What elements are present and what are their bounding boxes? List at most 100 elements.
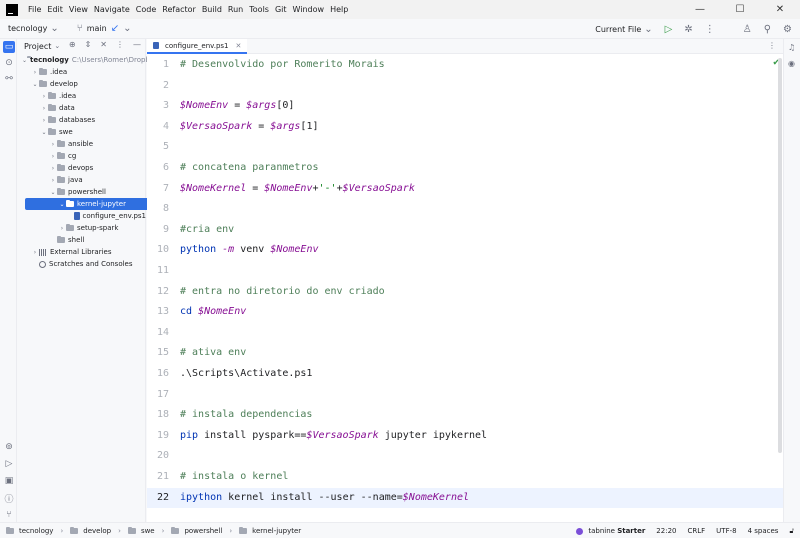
line-number[interactable]: 3 bbox=[147, 96, 169, 116]
read-only-lock-icon[interactable]: 🔓︎ bbox=[789, 527, 794, 536]
services-icon[interactable]: ⊚ bbox=[3, 441, 15, 453]
menu-help[interactable]: Help bbox=[330, 5, 348, 14]
indent-settings[interactable]: 4 spaces bbox=[748, 527, 779, 535]
tree-item-powershell[interactable]: ⌄ powershell bbox=[18, 186, 146, 198]
code-line[interactable]: 12 # entra no diretorio do env criado bbox=[147, 282, 783, 302]
chevron-down-icon[interactable]: ⌄ bbox=[31, 81, 39, 88]
line-number[interactable]: 15 bbox=[147, 343, 169, 363]
chevron-right-icon[interactable]: › bbox=[49, 153, 57, 160]
chevron-right-icon[interactable]: › bbox=[49, 141, 57, 148]
line-number[interactable]: 10 bbox=[147, 240, 169, 260]
debug-icon[interactable]: ✲ bbox=[684, 24, 692, 35]
code-line[interactable]: 21 # instala o kernel bbox=[147, 467, 783, 487]
tree-item-scratches-and-consoles[interactable]: Scratches and Consoles bbox=[18, 258, 146, 270]
code-line[interactable]: 7 $NomeKernel = $NomeEnv+'-'+$VersaoSpark bbox=[147, 179, 783, 199]
tree-root[interactable]: ⌄ tecnology C:\Users\Romer\Dropb bbox=[18, 54, 150, 66]
breadcrumb-item[interactable]: powershell bbox=[184, 527, 222, 535]
hide-panel-icon[interactable]: — bbox=[133, 40, 141, 49]
database-icon[interactable]: ◉ bbox=[788, 59, 795, 68]
chevron-down-icon[interactable]: ⌄ bbox=[40, 129, 48, 136]
code-line[interactable]: 17 bbox=[147, 385, 783, 405]
code-line[interactable]: 19 pip install pyspark==$VersaoSpark jupy… bbox=[147, 426, 783, 446]
line-number[interactable]: 18 bbox=[147, 405, 169, 425]
menu-refactor[interactable]: Refactor bbox=[162, 5, 196, 14]
code-line[interactable]: 1 # Desenvolvido por Romerito Morais bbox=[147, 55, 783, 75]
chevron-right-icon[interactable]: › bbox=[40, 105, 48, 112]
code-line[interactable]: 6 # concatena paranmetros bbox=[147, 158, 783, 178]
cursor-position[interactable]: 22:20 bbox=[656, 527, 676, 535]
line-number[interactable]: 13 bbox=[147, 302, 169, 322]
run-tool-icon[interactable]: ▷ bbox=[3, 458, 15, 470]
options-icon[interactable]: ⋮ bbox=[116, 40, 124, 49]
structure-icon[interactable]: ⚯ bbox=[3, 73, 15, 85]
menu-run[interactable]: Run bbox=[228, 5, 243, 14]
menu-navigate[interactable]: Navigate bbox=[94, 5, 130, 14]
breadcrumb-item[interactable]: swe bbox=[141, 527, 155, 535]
chevron-right-icon[interactable]: › bbox=[40, 117, 48, 124]
code-line[interactable]: 14 bbox=[147, 323, 783, 343]
line-number[interactable]: 16 bbox=[147, 364, 169, 384]
code-line[interactable]: 22 ipython kernel install --user --name=$… bbox=[147, 487, 783, 508]
close-tab-icon[interactable]: ✕ bbox=[236, 42, 242, 50]
tree-item-idea[interactable]: › .idea bbox=[18, 66, 146, 78]
line-number[interactable]: 9 bbox=[147, 220, 169, 240]
project-folder-icon[interactable]: ▭ bbox=[3, 41, 15, 53]
terminal-icon[interactable]: ▣ bbox=[3, 475, 15, 487]
tree-item-data[interactable]: › data bbox=[18, 102, 146, 114]
tree-item-java[interactable]: › java bbox=[18, 174, 146, 186]
menu-file[interactable]: File bbox=[28, 5, 41, 14]
collapse-all-icon[interactable]: ✕ bbox=[100, 40, 107, 49]
git-branch-widget[interactable]: ⑂ main ↙ ⌄ bbox=[77, 23, 132, 34]
code-line[interactable]: 20 bbox=[147, 446, 783, 466]
intellij-logo-icon[interactable] bbox=[6, 3, 18, 16]
settings-gear-icon[interactable]: ⚙ bbox=[783, 24, 792, 35]
menu-view[interactable]: View bbox=[69, 5, 88, 14]
scrollbar-thumb[interactable] bbox=[778, 58, 782, 453]
line-number[interactable]: 1 bbox=[147, 55, 169, 75]
code-line[interactable]: 18 # instala dependencias bbox=[147, 405, 783, 425]
run-configuration-selector[interactable]: Current File ⌄ bbox=[595, 24, 652, 35]
line-number[interactable]: 4 bbox=[147, 117, 169, 137]
line-number[interactable]: 6 bbox=[147, 158, 169, 178]
chevron-right-icon[interactable]: › bbox=[58, 225, 66, 232]
breadcrumb-item[interactable]: tecnology bbox=[19, 527, 53, 535]
chevron-right-icon[interactable]: › bbox=[31, 249, 39, 256]
code-line[interactable]: 15 # ativa env bbox=[147, 343, 783, 363]
tree-item-swe[interactable]: ⌄ swe bbox=[18, 126, 146, 138]
breadcrumb-item[interactable]: develop bbox=[83, 527, 111, 535]
menu-git[interactable]: Git bbox=[275, 5, 287, 14]
menu-edit[interactable]: Edit bbox=[47, 5, 63, 14]
code-line[interactable]: 16 .\Scripts\Activate.ps1 bbox=[147, 364, 783, 384]
commit-icon[interactable]: ⊙ bbox=[3, 57, 15, 69]
code-line[interactable]: 13 cd $NomeEnv bbox=[147, 302, 783, 322]
locate-file-icon[interactable]: ⊕ bbox=[69, 40, 76, 49]
chevron-down-icon[interactable]: ⌄ bbox=[54, 42, 60, 50]
more-actions-icon[interactable]: ⋮ bbox=[705, 24, 715, 35]
menu-window[interactable]: Window bbox=[293, 5, 325, 14]
search-icon[interactable]: ⚲ bbox=[764, 24, 771, 35]
line-number[interactable]: 5 bbox=[147, 137, 169, 157]
chevron-right-icon[interactable]: › bbox=[40, 93, 48, 100]
line-separator[interactable]: CRLF bbox=[687, 527, 705, 535]
project-panel-title[interactable]: Project bbox=[24, 42, 51, 51]
line-number[interactable]: 21 bbox=[147, 467, 169, 487]
code-line[interactable]: 8 bbox=[147, 199, 783, 219]
tab-configure-env[interactable]: configure_env.ps1 ✕ bbox=[147, 39, 248, 54]
line-number[interactable]: 14 bbox=[147, 323, 169, 343]
line-number[interactable]: 19 bbox=[147, 426, 169, 446]
code-line[interactable]: 10 python -m venv $NomeEnv bbox=[147, 240, 783, 260]
code-line[interactable]: 5 bbox=[147, 137, 783, 157]
tree-item-shell[interactable]: shell bbox=[18, 234, 146, 246]
add-user-icon[interactable]: ♙ bbox=[743, 24, 752, 35]
expand-all-icon[interactable]: ⇕ bbox=[85, 40, 92, 49]
tree-item-devops[interactable]: › devops bbox=[18, 162, 146, 174]
chevron-down-icon[interactable]: ⌄ bbox=[49, 189, 57, 196]
close-button[interactable]: ✕ bbox=[760, 0, 800, 19]
project-switcher[interactable]: tecnology ⌄ bbox=[8, 23, 59, 34]
tabnine-widget[interactable]: tabnine Starter bbox=[576, 527, 645, 535]
line-number[interactable]: 12 bbox=[147, 282, 169, 302]
maximize-button[interactable]: ☐ bbox=[720, 0, 760, 19]
problems-icon[interactable]: ⓘ bbox=[3, 492, 15, 505]
line-number[interactable]: 8 bbox=[147, 199, 169, 219]
chevron-right-icon[interactable]: › bbox=[31, 69, 39, 76]
